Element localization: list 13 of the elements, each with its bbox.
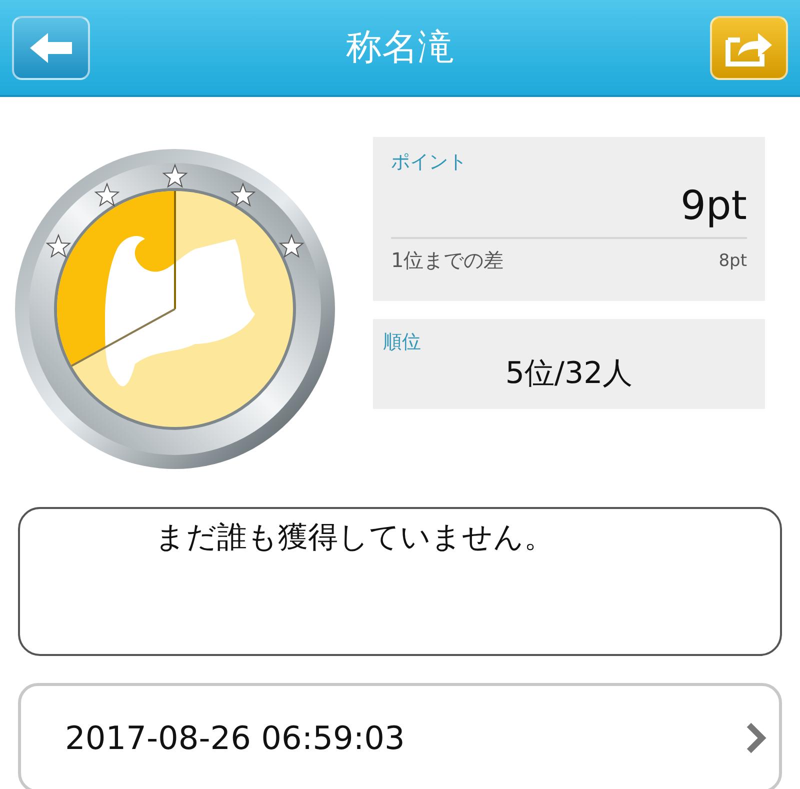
- gap-value: 8pt: [718, 250, 747, 270]
- share-button[interactable]: [710, 16, 788, 80]
- back-button[interactable]: [12, 16, 90, 80]
- chevron-right-icon: [745, 721, 767, 755]
- back-arrow-icon: [28, 30, 74, 64]
- gap-label: 1位までの差: [391, 247, 504, 274]
- message-text: まだ誰も獲得していません。: [155, 520, 554, 555]
- points-value: 9pt: [680, 183, 747, 229]
- rank-value: 5位/32人: [505, 355, 633, 393]
- points-label: ポイント: [391, 150, 468, 175]
- page-title: 称名滝: [346, 26, 454, 70]
- date-row[interactable]: 2017-08-26 06:59:03: [18, 683, 782, 789]
- rank-label: 順位: [383, 330, 422, 355]
